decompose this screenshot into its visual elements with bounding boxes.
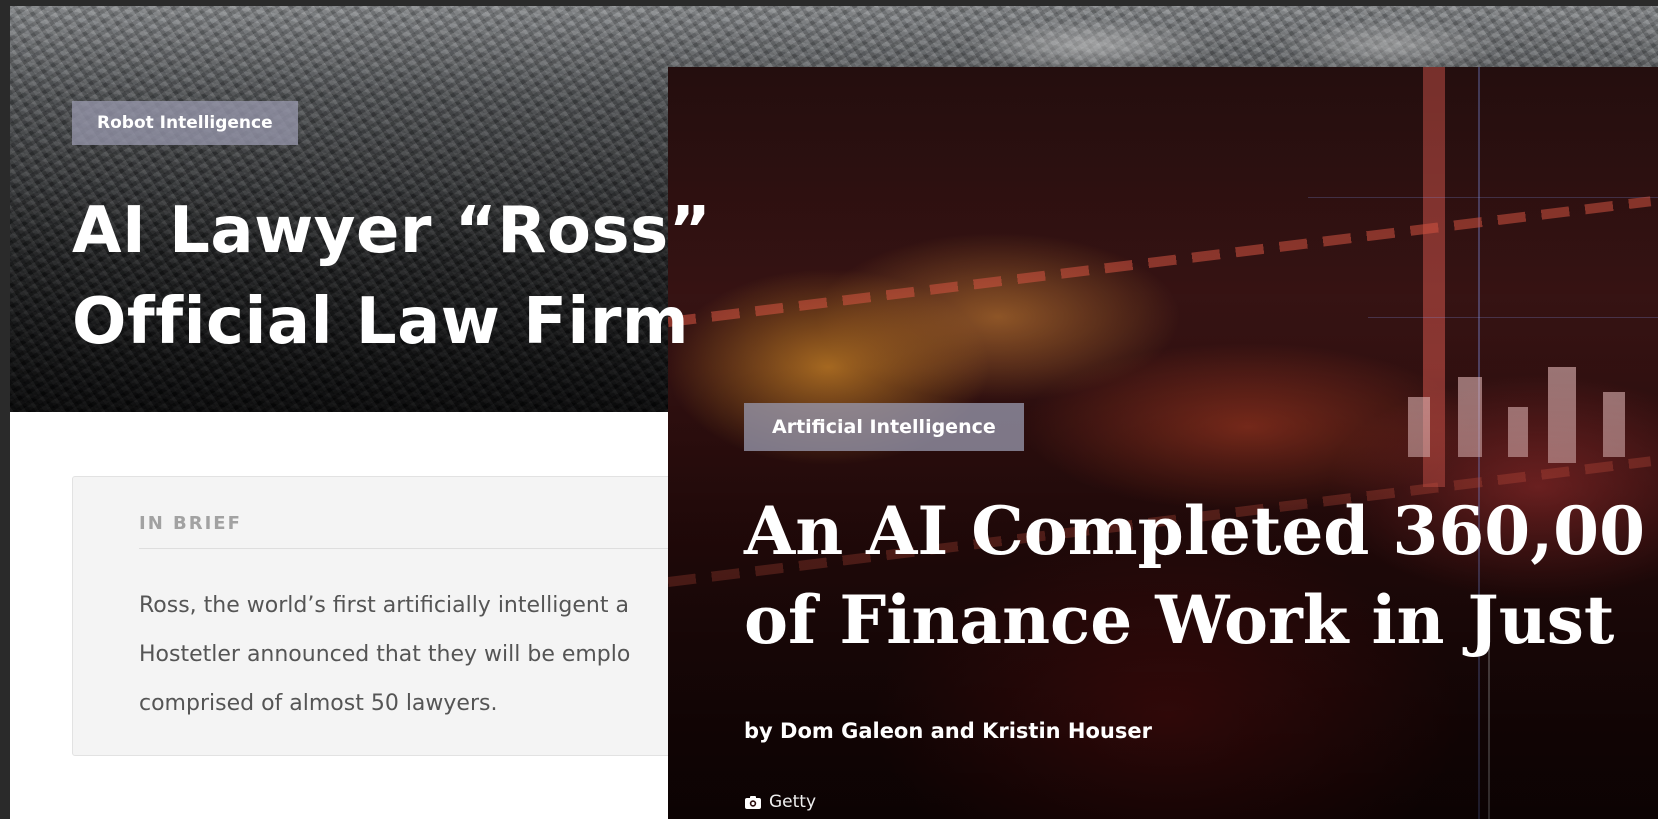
article-title-line-2: Official Law Firm xyxy=(72,285,690,359)
camera-icon xyxy=(745,796,761,809)
article-title-line-1: AI Lawyer “Ross” xyxy=(72,194,712,268)
article-title-line-2: of Finance Work in Just xyxy=(744,581,1615,659)
article-title-line-1: An AI Completed 360,00 xyxy=(744,492,1646,570)
photo-credit: Getty xyxy=(744,792,816,812)
category-tag[interactable]: Artificial Intelligence xyxy=(744,403,1024,451)
article-title: An AI Completed 360,00 of Finance Work i… xyxy=(744,487,1645,665)
article-byline[interactable]: by Dom Galeon and Kristin Houser xyxy=(744,719,1152,743)
screenshot-stage: Robot Intelligence AI Lawyer “Ross” Offi… xyxy=(0,0,1658,819)
category-tag[interactable]: Robot Intelligence xyxy=(72,101,298,145)
article-title: AI Lawyer “Ross” Official Law Firm xyxy=(72,186,711,368)
article-card-finance: Artificial Intelligence An AI Completed … xyxy=(668,67,1658,819)
photo-credit-text: Getty xyxy=(769,792,817,812)
